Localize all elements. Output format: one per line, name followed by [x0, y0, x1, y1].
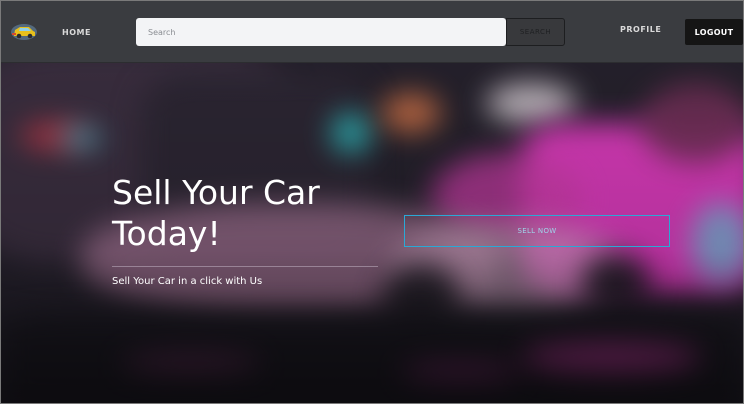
search-button[interactable]: SEARCH: [506, 18, 565, 46]
hero-title: Sell Your Car Today!: [112, 173, 320, 253]
sell-now-button[interactable]: SELL NOW: [404, 215, 670, 247]
logout-button[interactable]: LOGOUT: [685, 19, 743, 45]
browser-viewport: HOME SEARCH PROFILE LOGOUT: [0, 0, 744, 404]
top-navbar: HOME SEARCH PROFILE LOGOUT: [1, 1, 743, 63]
hero-subtitle: Sell Your Car in a click with Us: [112, 276, 263, 287]
nav-home-link[interactable]: HOME: [62, 28, 91, 37]
yellow-car-icon[interactable]: [10, 23, 38, 41]
hero-section: Sell Your Car Today! Sell Your Car in a …: [1, 63, 743, 403]
nav-profile-link[interactable]: PROFILE: [620, 25, 661, 34]
hero-divider: [112, 266, 378, 267]
search-input[interactable]: [136, 18, 506, 46]
